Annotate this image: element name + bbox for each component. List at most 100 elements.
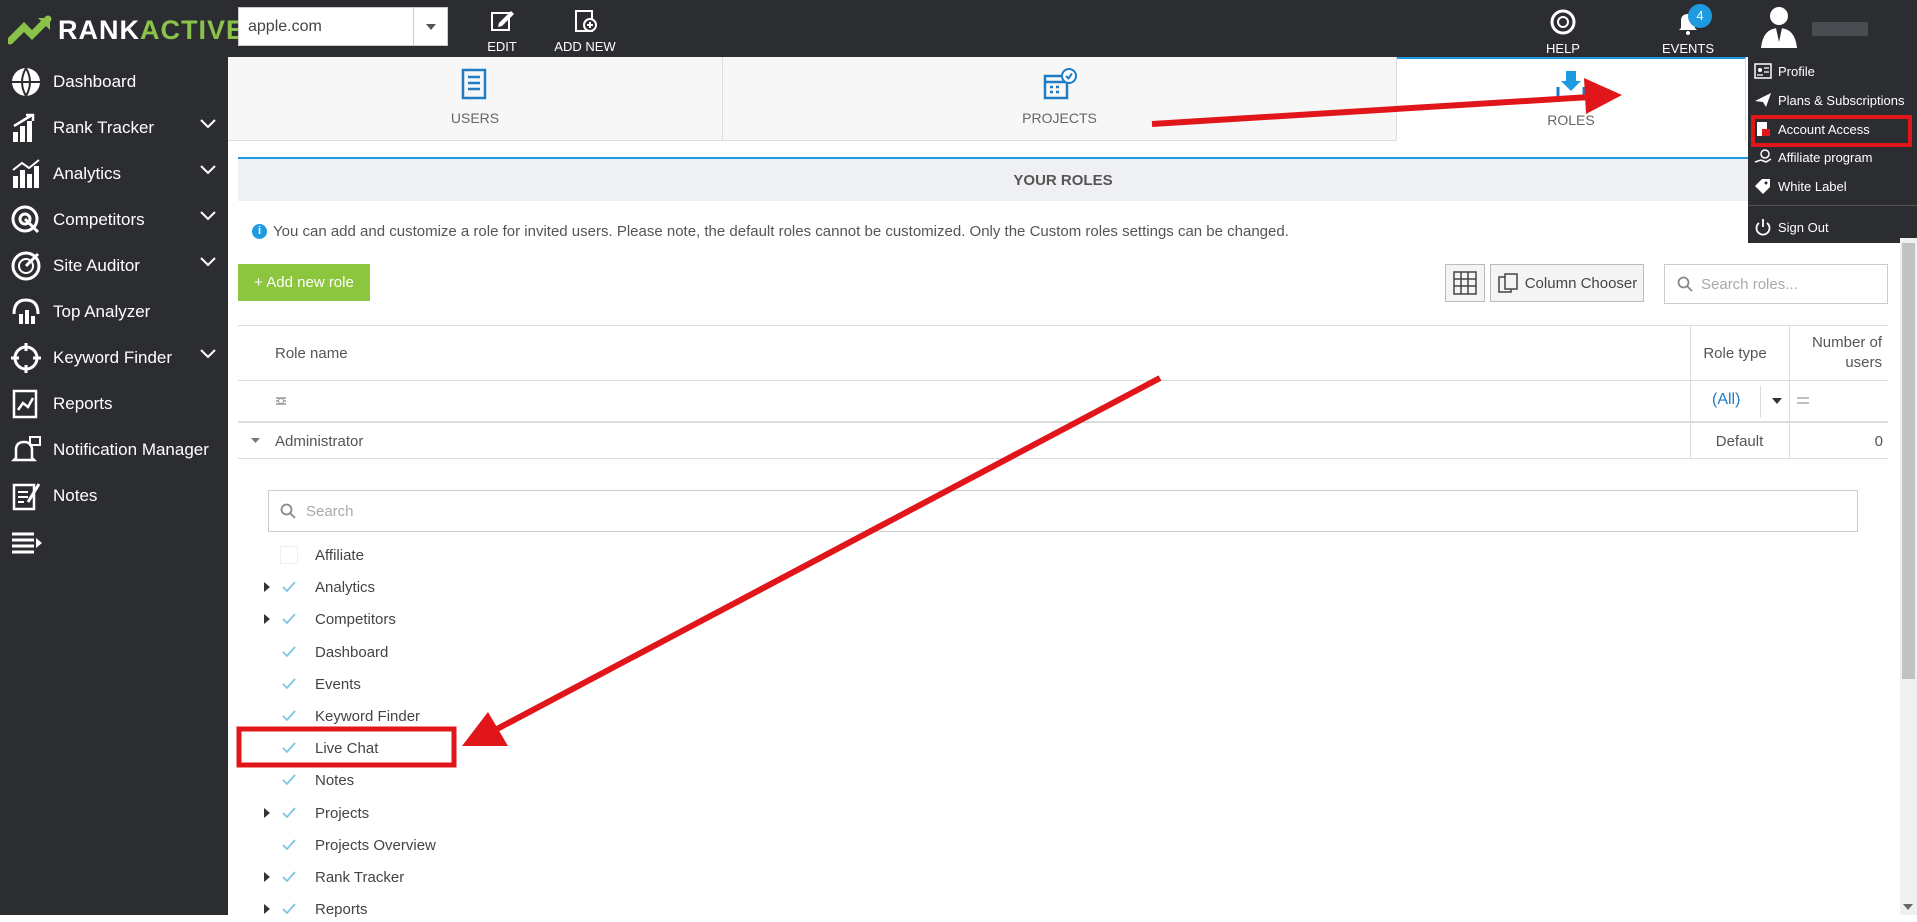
checkbox-checked[interactable] [280, 804, 298, 822]
menu-item-affiliate-program[interactable]: Affiliate program [1748, 143, 1917, 171]
menu-item-sign-out[interactable]: Sign Out [1748, 213, 1917, 241]
grid-icon [1453, 271, 1477, 295]
checkmark-icon [282, 903, 296, 915]
checkbox-checked[interactable] [280, 739, 298, 757]
sidebar-item-notes[interactable]: Notes [0, 473, 228, 519]
permission-item[interactable]: Projects Overview [260, 832, 436, 858]
menu-item-account-access[interactable]: Account Access [1748, 115, 1917, 143]
expand-arrow-icon[interactable] [260, 870, 274, 884]
filter-row [238, 381, 1888, 423]
menu-item-profile[interactable]: Profile [1748, 57, 1917, 85]
permission-item[interactable]: Notes [260, 767, 354, 793]
permission-item[interactable]: Rank Tracker [260, 864, 404, 890]
add-new-label: ADD NEW [554, 39, 616, 54]
add-new-role-button[interactable]: + Add new role [238, 264, 370, 301]
checkbox-checked[interactable] [280, 836, 298, 854]
sidebar-item-dashboard[interactable]: Dashboard [0, 59, 228, 105]
edit-icon [491, 11, 514, 31]
section-title: YOUR ROLES [238, 157, 1888, 201]
column-header-number-of-users[interactable]: Number of users [1790, 325, 1882, 381]
permission-label: Events [315, 675, 361, 693]
collapse-row-icon[interactable] [251, 438, 260, 444]
checkmark-icon [282, 646, 296, 658]
profile-card-icon [1754, 62, 1772, 80]
filter-icon[interactable] [274, 394, 288, 408]
menu-item-white-label[interactable]: White Label [1748, 172, 1917, 200]
globe-icon [8, 64, 44, 100]
permission-item[interactable]: Events [260, 671, 361, 697]
edit-label: EDIT [487, 39, 517, 54]
expand-arrow-icon[interactable] [260, 580, 274, 594]
permissions-search-input[interactable]: Search [268, 490, 1858, 532]
permission-label: Live Chat [315, 739, 379, 757]
checkmark-icon [282, 678, 296, 690]
help-button[interactable]: HELP [1542, 8, 1584, 56]
chevron-down-icon [200, 349, 216, 359]
column-header-role-name[interactable]: Role name [275, 325, 348, 381]
filter-dropdown-icon[interactable] [1772, 398, 1782, 404]
menu-item-plans-subscriptions[interactable]: Plans & Subscriptions [1748, 86, 1917, 114]
expand-arrow-icon[interactable] [260, 902, 274, 916]
sidebar-item-rank-tracker[interactable]: Rank Tracker [0, 105, 228, 151]
top-bar: RANKACTIVE apple.com EDIT ADD NEW HELP E… [0, 0, 1917, 57]
expand-arrow-icon[interactable] [260, 612, 274, 626]
column-header-role-type[interactable]: Role type [1690, 325, 1780, 381]
permission-label: Dashboard [315, 643, 389, 661]
sidebar-item-analytics[interactable]: Analytics [0, 151, 228, 197]
permission-item[interactable]: Live Chat [260, 735, 378, 761]
checkmark-icon [282, 710, 296, 722]
analytics-icon [8, 156, 44, 192]
info-message: i You can add and customize a role for i… [252, 223, 1289, 240]
sidebar-item-site-auditor[interactable]: Site Auditor [0, 243, 228, 289]
analyzer-icon [8, 294, 44, 330]
checkbox-checked[interactable] [280, 578, 298, 596]
checkbox-checked[interactable] [280, 675, 298, 693]
edit-button[interactable]: EDIT [484, 8, 520, 54]
project-select-value: apple.com [248, 17, 322, 35]
role-type-filter[interactable]: (All) [1712, 391, 1740, 409]
permission-item[interactable]: Affiliate [260, 542, 364, 568]
grid-export-button[interactable] [1445, 264, 1485, 302]
permission-item[interactable]: Analytics [260, 574, 375, 600]
checkbox-checked[interactable] [280, 868, 298, 886]
tag-icon [1754, 177, 1772, 195]
checkbox-checked[interactable] [280, 771, 298, 789]
add-new-button[interactable]: ADD NEW [550, 8, 620, 54]
permission-item[interactable]: Reports [260, 896, 368, 922]
permission-item[interactable]: Competitors [260, 606, 396, 632]
project-select[interactable]: apple.com [238, 7, 448, 46]
scroll-down-arrow-icon[interactable] [1903, 904, 1913, 910]
checkbox-checked[interactable] [280, 643, 298, 661]
sidebar-item-competitors[interactable]: Competitors [0, 197, 228, 243]
equals-filter-icon[interactable] [1797, 397, 1809, 405]
column-chooser-button[interactable]: Column Chooser [1490, 264, 1644, 302]
paper-plane-icon [1754, 91, 1772, 109]
checkbox-checked[interactable] [280, 900, 298, 918]
tab-roles[interactable]: ROLES [1397, 57, 1746, 141]
events-count-badge: 4 [1688, 4, 1712, 28]
checkbox-unchecked[interactable] [280, 546, 298, 564]
permission-item[interactable]: Projects [260, 800, 369, 826]
permission-label: Projects [315, 804, 370, 822]
scrollbar-thumb[interactable] [1902, 243, 1915, 679]
sidebar-item-keyword-finder[interactable]: Keyword Finder [0, 335, 228, 381]
sidebar-item-label: Dashboard [53, 72, 137, 91]
target-icon [8, 202, 44, 238]
table-row[interactable] [238, 423, 1888, 459]
users-list-icon [461, 68, 487, 100]
sidebar-item-label: Site Auditor [53, 256, 140, 275]
tab-projects[interactable]: PROJECTS [723, 57, 1397, 141]
expand-arrow-icon[interactable] [260, 806, 274, 820]
rankactive-logo[interactable]: RANKACTIVE [8, 10, 245, 50]
checkbox-checked[interactable] [280, 610, 298, 628]
search-roles-input[interactable]: Search roles... [1664, 264, 1888, 304]
checkbox-checked[interactable] [280, 707, 298, 725]
sidebar-collapse-toggle[interactable] [0, 519, 228, 565]
permission-item[interactable]: Keyword Finder [260, 703, 420, 729]
sidebar-item-reports[interactable]: Reports [0, 381, 228, 427]
sidebar-item-notification-manager[interactable]: Notification Manager [0, 427, 228, 473]
permission-item[interactable]: Dashboard [260, 639, 388, 665]
tab-users[interactable]: USERS [228, 57, 723, 141]
sidebar-item-top-analyzer[interactable]: Top Analyzer [0, 289, 228, 335]
